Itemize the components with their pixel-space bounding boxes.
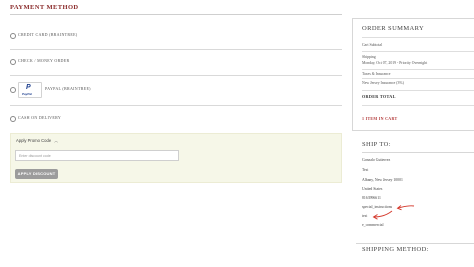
check-money-order-radio[interactable] bbox=[10, 59, 16, 65]
promo-code-panel: Apply Promo Code ︿ Enter discount code AP… bbox=[10, 133, 342, 183]
paypal-label: PAYPAL (BRAINTREE) bbox=[45, 86, 91, 91]
promo-code-toggle-label: Apply Promo Code bbox=[16, 138, 52, 143]
items-in-cart-link[interactable]: 1 ITEM IN CART bbox=[362, 116, 398, 121]
title-divider bbox=[10, 14, 342, 15]
paypal-logo-glyph: P bbox=[26, 84, 31, 91]
address-line: United States bbox=[362, 187, 383, 191]
option-divider bbox=[10, 49, 342, 50]
summary-divider bbox=[362, 105, 474, 106]
paypal-logo-text: PayPal bbox=[22, 92, 32, 96]
cash-on-delivery-label: CASH ON DELIVERY bbox=[18, 115, 62, 120]
ship-to-title: SHIP TO: bbox=[362, 141, 391, 148]
shipping-label: Shipping bbox=[362, 55, 376, 59]
cart-subtotal-label: Cart Subtotal bbox=[362, 43, 383, 47]
promo-code-input[interactable]: Enter discount code bbox=[15, 150, 179, 161]
address-line: 8163996611 bbox=[362, 196, 381, 200]
paypal-radio[interactable] bbox=[10, 87, 16, 93]
shipping-method-title: SHIPPING METHOD: bbox=[362, 246, 429, 253]
summary-divider bbox=[362, 37, 474, 38]
credit-card-label: CREDIT CARD (BRAINTREE) bbox=[18, 32, 78, 37]
taxes-label: Taxes & Insurance bbox=[362, 72, 391, 76]
address-line: test bbox=[362, 214, 368, 218]
summary-divider bbox=[362, 69, 474, 70]
taxes-detail: New Jersey Insurance (3%) bbox=[362, 81, 404, 85]
address-line: e_commercial bbox=[362, 223, 384, 227]
order-summary-panel: ORDER SUMMARY Cart Subtotal Shipping Mon… bbox=[352, 18, 474, 131]
payment-method-title: PAYMENT METHOD bbox=[10, 4, 79, 11]
checkout-page: PAYMENT METHOD CREDIT CARD (BRAINTREE) C… bbox=[0, 0, 474, 267]
cash-on-delivery-radio[interactable] bbox=[10, 116, 16, 122]
check-money-order-label: CHECK / MONEY ORDER bbox=[18, 58, 70, 63]
order-total-label: ORDER TOTAL bbox=[362, 94, 396, 99]
credit-card-radio[interactable] bbox=[10, 33, 16, 39]
address-line: Gonzalo Gutierrez bbox=[362, 158, 391, 162]
paypal-logo: P PayPal bbox=[18, 82, 42, 98]
apply-discount-button[interactable]: APPLY DISCOUNT bbox=[15, 169, 58, 179]
summary-divider bbox=[362, 51, 474, 52]
shipping-detail: Monday, Oct 07, 2019 - Priority Overnigh… bbox=[362, 61, 428, 65]
shipping-method-divider bbox=[356, 243, 474, 244]
summary-divider bbox=[362, 78, 474, 79]
ship-to-divider bbox=[362, 152, 474, 153]
option-divider bbox=[10, 75, 342, 76]
option-divider bbox=[10, 105, 342, 106]
chevron-up-icon: ︿ bbox=[54, 138, 59, 143]
summary-divider bbox=[362, 90, 474, 91]
address-line: Test bbox=[362, 168, 369, 172]
order-summary-title: ORDER SUMMARY bbox=[362, 25, 425, 32]
annotation-arrow-icon bbox=[372, 210, 393, 220]
address-line: Albany, New Jersey 10001 bbox=[362, 178, 403, 182]
promo-code-toggle[interactable]: Apply Promo Code ︿ bbox=[16, 138, 58, 144]
annotation-arrow-icon bbox=[396, 205, 415, 211]
